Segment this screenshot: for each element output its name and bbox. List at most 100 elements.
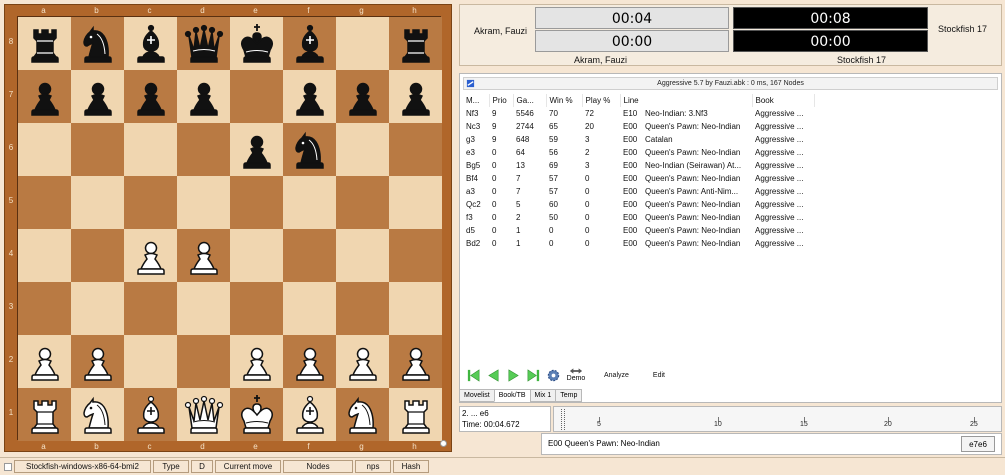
square-b6[interactable] xyxy=(71,123,124,176)
square-g1[interactable] xyxy=(336,388,389,441)
white-rook-icon[interactable] xyxy=(393,392,439,438)
square-d2[interactable] xyxy=(177,335,230,388)
square-d4[interactable] xyxy=(177,229,230,282)
timeline-position-marker[interactable] xyxy=(561,409,565,430)
square-c5[interactable] xyxy=(124,176,177,229)
black-queen-icon[interactable] xyxy=(181,21,227,67)
last-move-button[interactable] xyxy=(524,367,542,384)
white-queen-icon[interactable] xyxy=(181,392,227,438)
square-h5[interactable] xyxy=(389,176,442,229)
col-games[interactable]: Ga... xyxy=(513,94,547,107)
square-e8[interactable] xyxy=(230,17,283,70)
square-h8[interactable] xyxy=(389,17,442,70)
engine-name[interactable]: Stockfish-windows-x86-64-bmi2 xyxy=(14,460,151,473)
book-move-row[interactable]: a3 0 7 57 0 E00 Queen's Pawn: Anti-Nim... Aggre… xyxy=(463,185,814,198)
square-a3[interactable] xyxy=(18,282,71,335)
white-pawn-icon[interactable] xyxy=(22,339,68,385)
square-g2[interactable] xyxy=(336,335,389,388)
previous-move-button[interactable] xyxy=(484,367,502,384)
book-move-row[interactable]: g3 9 648 59 3 E00 Catalan Aggressive ... xyxy=(463,133,814,146)
white-bishop-icon[interactable] xyxy=(128,392,174,438)
square-g5[interactable] xyxy=(336,176,389,229)
square-e1[interactable] xyxy=(230,388,283,441)
white-pawn-icon[interactable] xyxy=(75,339,121,385)
square-h4[interactable] xyxy=(389,229,442,282)
tab-temp[interactable]: Temp xyxy=(555,389,583,402)
square-f2[interactable] xyxy=(283,335,336,388)
engine-toggle-checkbox[interactable] xyxy=(4,462,12,471)
square-c1[interactable] xyxy=(124,388,177,441)
black-pawn-icon[interactable] xyxy=(234,127,280,173)
col-line[interactable]: Line xyxy=(620,94,753,107)
col-move[interactable]: M... xyxy=(463,94,490,107)
black-pawn-icon[interactable] xyxy=(181,74,227,120)
col-win[interactable]: Win % xyxy=(546,94,583,107)
square-d1[interactable] xyxy=(177,388,230,441)
book-move-row[interactable]: Bg5 0 13 69 3 E00 Neo-Indian (Seirawan) At... A… xyxy=(463,159,814,172)
square-b4[interactable] xyxy=(71,229,124,282)
square-f4[interactable] xyxy=(283,229,336,282)
black-pawn-icon[interactable] xyxy=(22,74,68,120)
white-pawn-icon[interactable] xyxy=(340,339,386,385)
black-pawn-icon[interactable] xyxy=(340,74,386,120)
square-c8[interactable] xyxy=(124,17,177,70)
black-knight-icon[interactable] xyxy=(287,127,333,173)
white-pawn-icon[interactable] xyxy=(181,233,227,279)
black-knight-icon[interactable] xyxy=(75,21,121,67)
edit-button[interactable]: Edit xyxy=(653,372,665,379)
square-a1[interactable] xyxy=(18,388,71,441)
white-pawn-icon[interactable] xyxy=(393,339,439,385)
demo-button[interactable]: Demo xyxy=(564,367,588,384)
col-play[interactable]: Play % xyxy=(582,94,621,107)
square-b7[interactable] xyxy=(71,70,124,123)
square-f6[interactable] xyxy=(283,123,336,176)
square-c7[interactable] xyxy=(124,70,177,123)
black-king-icon[interactable] xyxy=(234,21,280,67)
square-a5[interactable] xyxy=(18,176,71,229)
square-g6[interactable] xyxy=(336,123,389,176)
square-c6[interactable] xyxy=(124,123,177,176)
square-a4[interactable] xyxy=(18,229,71,282)
chess-board[interactable] xyxy=(17,16,442,441)
black-pawn-icon[interactable] xyxy=(75,74,121,120)
black-pawn-icon[interactable] xyxy=(287,74,333,120)
book-move-row[interactable]: Nf3 9 5546 70 72 E10 Neo-Indian: 3.Nf3 Aggressi… xyxy=(463,107,814,120)
square-d5[interactable] xyxy=(177,176,230,229)
book-move-row[interactable]: f3 0 2 50 0 E00 Queen's Pawn: Neo-Indian Aggres… xyxy=(463,211,814,224)
square-g8[interactable] xyxy=(336,17,389,70)
square-a7[interactable] xyxy=(18,70,71,123)
next-move-button[interactable] xyxy=(504,367,522,384)
square-h3[interactable] xyxy=(389,282,442,335)
square-d3[interactable] xyxy=(177,282,230,335)
square-e2[interactable] xyxy=(230,335,283,388)
tab-mix-1[interactable]: Mix 1 xyxy=(529,389,557,402)
first-move-button[interactable] xyxy=(464,367,482,384)
square-b2[interactable] xyxy=(71,335,124,388)
square-e6[interactable] xyxy=(230,123,283,176)
white-rook-icon[interactable] xyxy=(22,392,68,438)
square-c4[interactable] xyxy=(124,229,177,282)
white-bishop-icon[interactable] xyxy=(287,392,333,438)
square-h1[interactable] xyxy=(389,388,442,441)
square-f1[interactable] xyxy=(283,388,336,441)
book-move-row[interactable]: Bd2 0 1 0 0 E00 Queen's Pawn: Neo-Indian Aggres… xyxy=(463,237,814,250)
black-pawn-icon[interactable] xyxy=(128,74,174,120)
col-book[interactable]: Book xyxy=(752,94,815,107)
square-h2[interactable] xyxy=(389,335,442,388)
black-bishop-icon[interactable] xyxy=(128,21,174,67)
white-knight-icon[interactable] xyxy=(340,392,386,438)
square-b5[interactable] xyxy=(71,176,124,229)
white-knight-icon[interactable] xyxy=(75,392,121,438)
black-bishop-icon[interactable] xyxy=(287,21,333,67)
square-a8[interactable] xyxy=(18,17,71,70)
black-rook-icon[interactable] xyxy=(393,21,439,67)
white-pawn-icon[interactable] xyxy=(234,339,280,385)
tab-movelist[interactable]: Movelist xyxy=(459,389,495,402)
square-e4[interactable] xyxy=(230,229,283,282)
square-f7[interactable] xyxy=(283,70,336,123)
square-a6[interactable] xyxy=(18,123,71,176)
square-g3[interactable] xyxy=(336,282,389,335)
square-a2[interactable] xyxy=(18,335,71,388)
book-move-row[interactable]: d5 0 1 0 0 E00 Queen's Pawn: Neo-Indian Aggress… xyxy=(463,224,814,237)
square-e5[interactable] xyxy=(230,176,283,229)
